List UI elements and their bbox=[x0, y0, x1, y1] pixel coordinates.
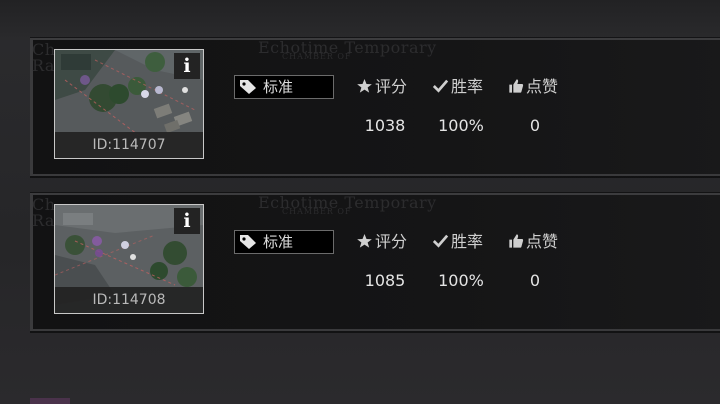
score-header: 评分 bbox=[356, 232, 407, 252]
star-icon bbox=[357, 79, 372, 93]
score-header-label: 评分 bbox=[375, 77, 408, 96]
thumbs-up-icon bbox=[509, 79, 524, 93]
top-strip bbox=[0, 0, 720, 40]
check-icon bbox=[432, 79, 449, 93]
watermark-fragment: Ra bbox=[32, 56, 55, 75]
record-id: ID:114708 bbox=[55, 287, 203, 313]
tag-icon bbox=[240, 235, 256, 249]
likes-header: 点赞 bbox=[508, 232, 558, 252]
watermark-fragment: Ra bbox=[32, 211, 55, 230]
mode-tag-label: 标准 bbox=[263, 233, 294, 251]
win-rate-header-label: 胜率 bbox=[451, 77, 484, 96]
score-value: 1085 bbox=[364, 271, 406, 290]
likes-header-label: 点赞 bbox=[526, 77, 559, 96]
check-icon bbox=[432, 234, 449, 248]
map-thumbnail[interactable]: i ID:114707 bbox=[54, 49, 204, 159]
likes-value: 0 bbox=[529, 271, 541, 290]
info-button[interactable]: i bbox=[174, 208, 200, 234]
info-button[interactable]: i bbox=[174, 53, 200, 79]
thumbs-up-icon bbox=[509, 234, 524, 248]
tag-icon bbox=[240, 80, 256, 94]
likes-header-label: 点赞 bbox=[526, 232, 559, 251]
bottom-glow bbox=[30, 398, 70, 404]
watermark-subtitle: CHAMBER OF bbox=[282, 207, 352, 216]
likes-header: 点赞 bbox=[508, 77, 558, 97]
map-thumbnail[interactable]: i ID:114708 bbox=[54, 204, 204, 314]
record-card[interactable]: Ch Ra Echotime Temporary CHAMBER OF i ID… bbox=[30, 193, 720, 331]
mode-tag: 标准 bbox=[234, 75, 334, 99]
win-rate-value: 100% bbox=[438, 116, 484, 135]
win-rate-header: 胜率 bbox=[432, 77, 483, 97]
record-id: ID:114707 bbox=[55, 132, 203, 158]
win-rate-value: 100% bbox=[438, 271, 484, 290]
mode-tag-label: 标准 bbox=[263, 78, 294, 96]
replay-list-screen: Ch Ra Echotime Temporary CHAMBER OF i ID… bbox=[0, 0, 720, 404]
watermark-subtitle: CHAMBER OF bbox=[282, 52, 352, 61]
score-header-label: 评分 bbox=[375, 232, 408, 251]
score-value: 1038 bbox=[364, 116, 406, 135]
win-rate-header-label: 胜率 bbox=[451, 232, 484, 251]
win-rate-header: 胜率 bbox=[432, 232, 483, 252]
mode-tag: 标准 bbox=[234, 230, 334, 254]
score-header: 评分 bbox=[356, 77, 407, 97]
star-icon bbox=[357, 234, 372, 248]
record-card[interactable]: Ch Ra Echotime Temporary CHAMBER OF i ID… bbox=[30, 38, 720, 176]
likes-value: 0 bbox=[529, 116, 541, 135]
